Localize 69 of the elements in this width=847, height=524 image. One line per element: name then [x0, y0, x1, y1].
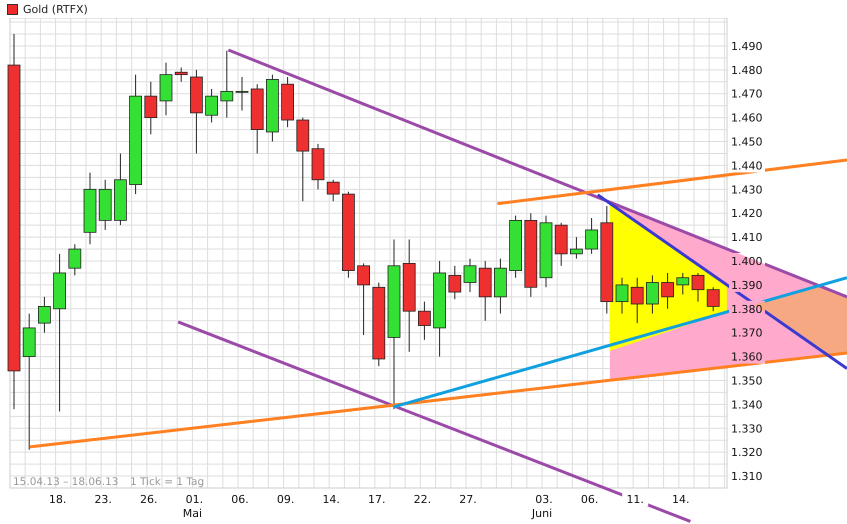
candlestick [312, 143, 324, 190]
candlestick [570, 236, 583, 260]
candlestick [266, 74, 279, 142]
y-axis-label: 1.360 [731, 350, 762, 364]
legend-label: Gold (RTFX) [23, 2, 88, 16]
candlestick [98, 179, 112, 230]
y-axis-label: 1.460 [731, 112, 762, 125]
y-axis-label: 1.450 [731, 136, 762, 149]
x-axis-label: 22. [414, 493, 432, 506]
candlestick [509, 215, 522, 278]
y-axis-label: 1.330 [731, 422, 762, 436]
candlestick [616, 277, 628, 314]
candlestick [676, 272, 690, 295]
candlestick [205, 88, 218, 123]
y-axis-label: 1.400 [731, 255, 762, 268]
y-axis-label: 1.340 [731, 398, 762, 412]
candlestick [464, 258, 476, 293]
y-axis-label: 1.410 [731, 231, 762, 244]
candlestick [418, 301, 431, 340]
candlestick [494, 258, 507, 314]
candlestick [68, 244, 82, 276]
date-range-label: 15.04.13 – 18.06.13 [13, 476, 118, 488]
y-axis-label: 1.310 [731, 470, 762, 484]
x-axis-label: 03. [535, 493, 553, 506]
candlestick [144, 81, 158, 135]
legend-marker-icon [7, 4, 18, 14]
y-axis-label: 1.480 [731, 64, 762, 77]
candlestick [448, 265, 462, 300]
y-axis-label: 1.390 [731, 278, 762, 292]
candlestick [326, 179, 340, 202]
candlestick [646, 274, 659, 314]
candlestick [478, 260, 492, 322]
x-axis-label: 26. [140, 493, 158, 506]
y-axis-label: 1.380 [731, 302, 762, 316]
x-axis-label: 11. [626, 493, 644, 506]
y-axis-label: 1.350 [731, 374, 762, 388]
x-axis-label: 18. [48, 493, 66, 506]
candlestick [585, 218, 598, 254]
x-axis-label: 14. [322, 493, 340, 506]
y-axis-label: 1.440 [731, 159, 762, 172]
y-axis-label: 1.490 [731, 40, 762, 53]
candlestick [174, 66, 188, 82]
candlestick [692, 272, 704, 302]
y-axis-label: 1.470 [731, 88, 762, 101]
x-axis-label: 14. [672, 493, 690, 506]
x-axis-label: 06. [580, 493, 598, 506]
candlestick [160, 62, 172, 116]
candlestick [281, 76, 294, 128]
month-label: Mai [182, 507, 202, 520]
y-axis-label: 1.420 [731, 207, 762, 220]
x-axis-label: 06. [231, 493, 249, 506]
month-label: Juni [532, 507, 552, 520]
candlestick [554, 222, 568, 266]
candlestick [630, 277, 644, 324]
x-axis-label: 09. [276, 493, 294, 506]
tick-info-label: 1 Tick = 1 Tag [130, 476, 204, 488]
y-axis-label: 1.320 [731, 446, 762, 460]
candlestick [236, 76, 248, 111]
candlestick [706, 286, 720, 312]
candlestick [250, 84, 264, 154]
y-axis-label: 1.430 [731, 183, 762, 196]
x-axis-label: 23. [94, 493, 112, 506]
x-axis-label: 17. [368, 493, 386, 506]
x-axis-label: 27. [459, 493, 477, 506]
y-axis-label: 1.370 [731, 326, 762, 340]
candlestick [661, 272, 674, 310]
candlestick [220, 50, 234, 118]
candlestick [38, 296, 51, 334]
x-axis-label: 01. [186, 493, 204, 506]
